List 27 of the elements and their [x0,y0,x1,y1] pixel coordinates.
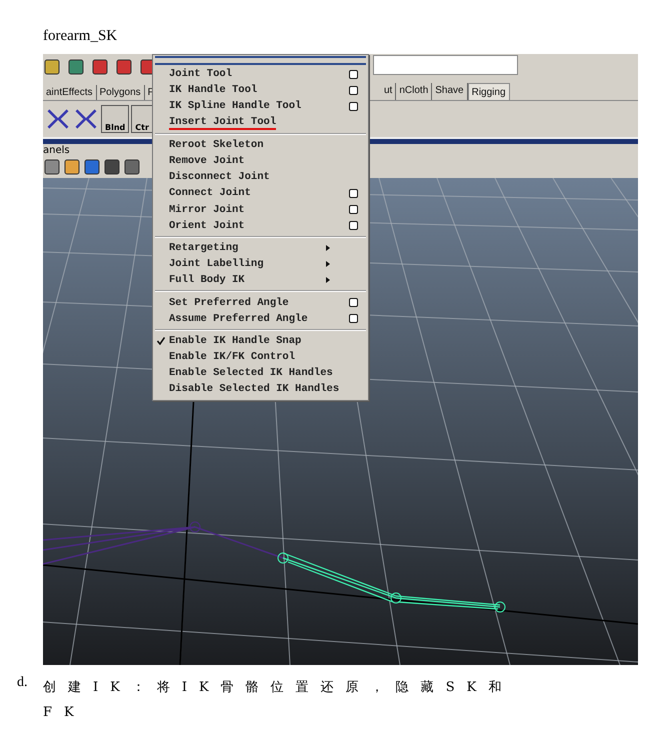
menu-item[interactable]: Set Preferred Angle [153,294,368,311]
menu-item[interactable]: Mirror Joint [153,202,368,218]
menu-item[interactable]: Assume Preferred Angle [153,310,368,327]
menu-item[interactable]: Retargeting [153,240,368,256]
list-marker: d. [17,675,28,692]
menu-item[interactable]: Disable Selected IK Handles [153,381,368,398]
menu-item[interactable]: Orient Joint [153,218,368,234]
menu-item[interactable]: Enable Selected IK Handles [153,365,368,382]
shelf-tab[interactable]: Polygons [96,85,145,100]
menu-item[interactable]: Reroot Skeleton [153,136,368,153]
menu-item[interactable]: Insert Joint Tool [153,114,368,131]
menu-item[interactable]: Joint Tool [153,66,368,82]
menu-item[interactable]: Disconnect Joint [153,169,368,186]
menu-item[interactable]: Full Body IK [153,272,368,288]
shelf-button[interactable]: Ctr [131,105,153,133]
menu-item[interactable]: Joint Labelling [153,256,368,272]
panels-menu[interactable]: anels [43,145,70,156]
figure-caption: forearm_SK [43,28,118,45]
menu-item[interactable]: IK Spline Handle Tool [153,98,368,115]
shelf-tab[interactable]: Rigging [468,83,510,100]
menu-item[interactable]: Enable IK/FK Control [153,349,368,366]
step-text: 创建IK：将IK骨骼位置还原，隐藏SK和FK [43,679,514,722]
shelf-tab[interactable]: aintEffects [43,85,97,100]
menu-item[interactable]: Remove Joint [153,152,368,170]
shelf-button[interactable]: Blnd [101,105,130,133]
menu-item[interactable]: Connect Joint [153,185,368,202]
menu-item[interactable]: Enable IK Handle Snap [153,332,368,349]
